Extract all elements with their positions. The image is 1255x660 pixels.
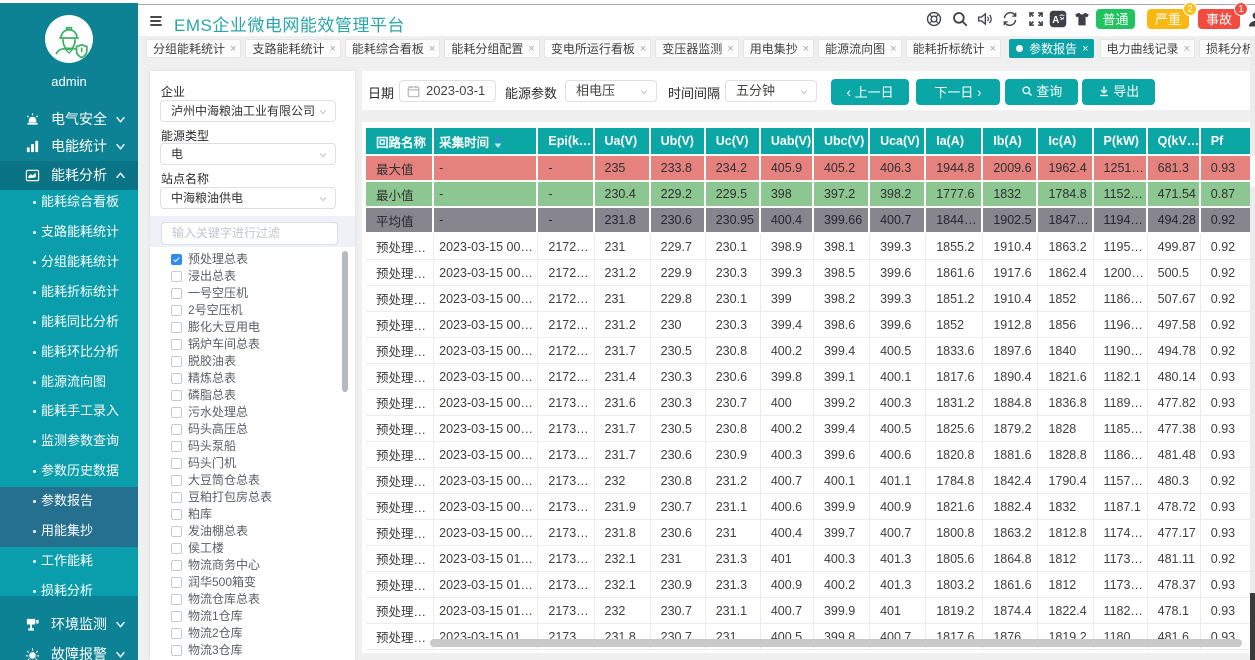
svg-text:A: A	[1052, 15, 1059, 26]
